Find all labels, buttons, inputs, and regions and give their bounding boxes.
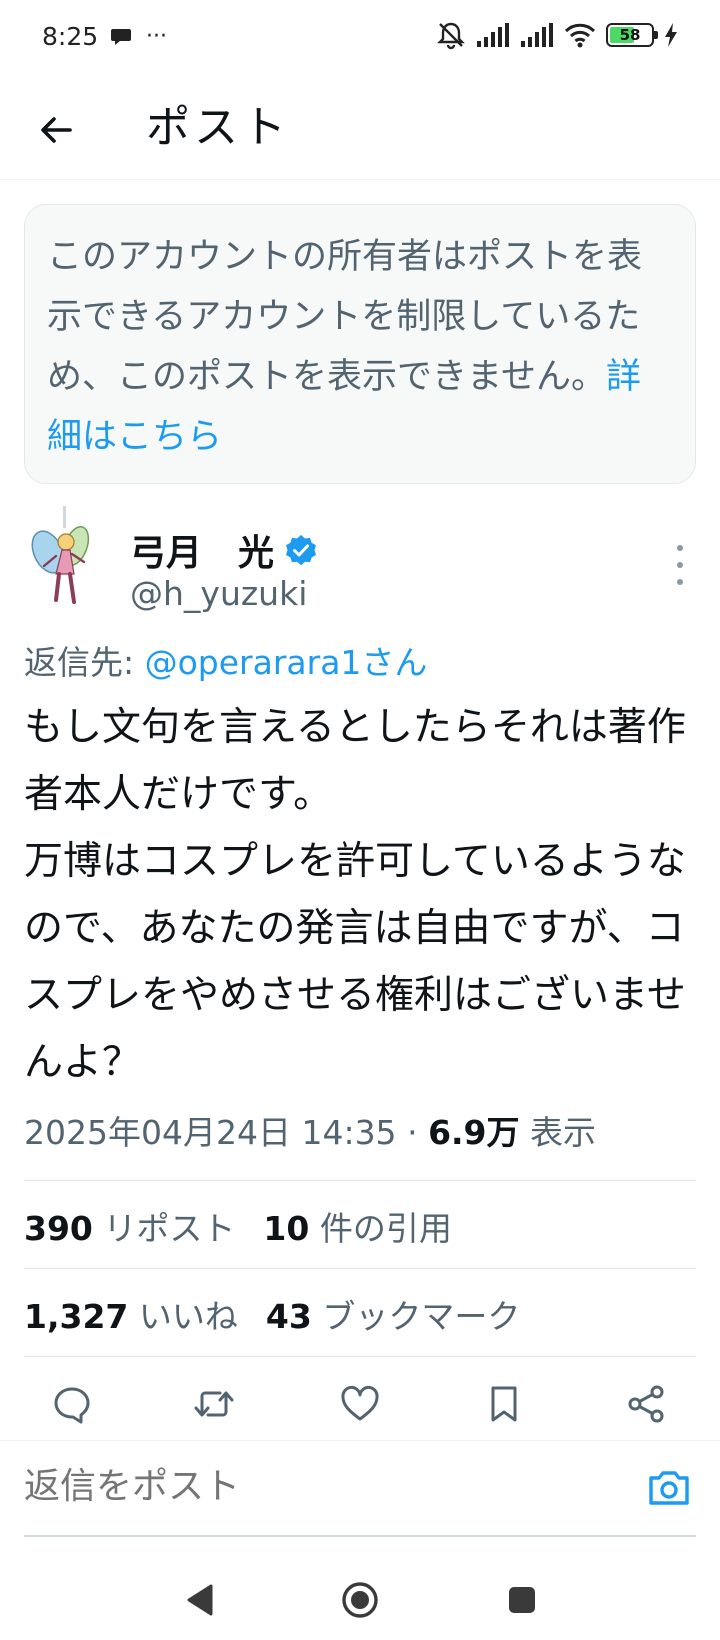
reposts-count: 390 [24,1209,93,1248]
divider [24,1268,696,1269]
verified-badge-icon [286,535,317,566]
repost-stats-row: 390 リポスト 10 件の引用 [24,1202,452,1250]
reply-input[interactable] [24,1465,584,1507]
page-title: ポスト [146,102,290,153]
system-nav-bar [0,1560,720,1640]
reply-to-line: 返信先: @operarara1さん [24,636,427,684]
status-bar: 8:25 ··· 58 [0,0,720,80]
quotes-stat[interactable]: 10 件の引用 [263,1202,451,1250]
wifi-icon [564,23,596,48]
status-left-icons: ··· [110,24,167,49]
action-bar [0,1368,720,1440]
views-label: 表示 [530,1113,597,1152]
bell-muted-icon [437,22,465,50]
more-options-button[interactable] [670,545,690,585]
circle-home-icon [342,1582,378,1618]
battery-tip [654,31,658,39]
square-recents-icon [509,1587,535,1613]
avatar[interactable] [26,522,106,612]
likes-count: 1,327 [24,1297,129,1336]
like-stats-row: 1,327 いいね 43 ブックマーク [24,1290,520,1338]
status-ellipsis: ··· [146,24,167,49]
share-icon [628,1385,664,1423]
divider [24,1180,696,1181]
signal-icon-2 [521,23,553,47]
chat-bubble-icon [111,28,131,45]
like-icon [341,1386,379,1421]
page-header: ポスト [0,80,720,180]
camera-button[interactable] [646,1465,692,1511]
nav-home-button[interactable] [338,1578,382,1622]
battery-icon: 58 [606,23,658,47]
camera-icon [649,1471,689,1505]
status-right-icons: 58 [436,20,678,50]
charging-bolt-icon [665,23,677,47]
views-count: 6.9万 [428,1113,520,1152]
likes-label: いいね [138,1297,238,1336]
author-name[interactable]: 弓月 光 [130,524,274,576]
reply-icon [54,1387,90,1424]
meta-separator: · [407,1113,418,1152]
signal-icon [477,23,509,47]
status-time: 8:25 [42,22,99,51]
post-meta: 2025年04月24日 14:35 · 6.9万 表示 [24,1106,596,1154]
reposts-label: リポスト [103,1209,236,1248]
reply-mention-link[interactable]: @operarara1さん [145,643,428,682]
bookmarks-count: 43 [265,1297,312,1336]
reply-button[interactable] [48,1380,96,1428]
arrow-left-icon [41,117,72,143]
reply-underline [24,1535,696,1537]
post-timestamp[interactable]: 2025年04月24日 14:35 [24,1113,397,1152]
quotes-label: 件の引用 [319,1209,452,1248]
notice-text: このアカウントの所有者はポストを表示できるアカウントを制限しているため、このポス… [47,237,643,397]
bookmark-icon [491,1386,517,1422]
author-handle[interactable]: @h_yuzuki [130,574,307,613]
bookmarks-label: ブックマーク [322,1297,521,1336]
more-dot [677,579,683,585]
reply-prefix: 返信先: [24,643,145,682]
repost-button[interactable] [190,1380,238,1428]
battery-level: 58 [619,26,641,44]
likes-stat[interactable]: 1,327 いいね [24,1290,238,1338]
nav-recents-button[interactable] [500,1578,544,1622]
restricted-post-notice: このアカウントの所有者はポストを表示できるアカウントを制限しているため、このポス… [24,204,696,484]
reply-composer [0,1440,720,1536]
triangle-back-icon [187,1584,213,1616]
share-button[interactable] [622,1380,670,1428]
back-button[interactable] [30,104,82,156]
like-button[interactable] [336,1380,384,1428]
nav-back-button[interactable] [178,1578,222,1622]
fairy-avatar-icon [31,526,90,604]
divider [24,1356,696,1357]
bookmarks-stat[interactable]: 43 ブックマーク [266,1290,520,1338]
post-body: もし文句を言えるとしたらそれは著作者本人だけです。 万博はコスプレを許可している… [24,705,686,1085]
quotes-count: 10 [263,1209,310,1248]
more-dot [677,545,683,551]
author-name-row[interactable]: 弓月 光 [130,524,318,576]
more-dot [677,562,683,568]
repost-icon [194,1391,234,1417]
bookmark-button[interactable] [480,1380,528,1428]
reposts-stat[interactable]: 390 リポスト [24,1202,235,1250]
